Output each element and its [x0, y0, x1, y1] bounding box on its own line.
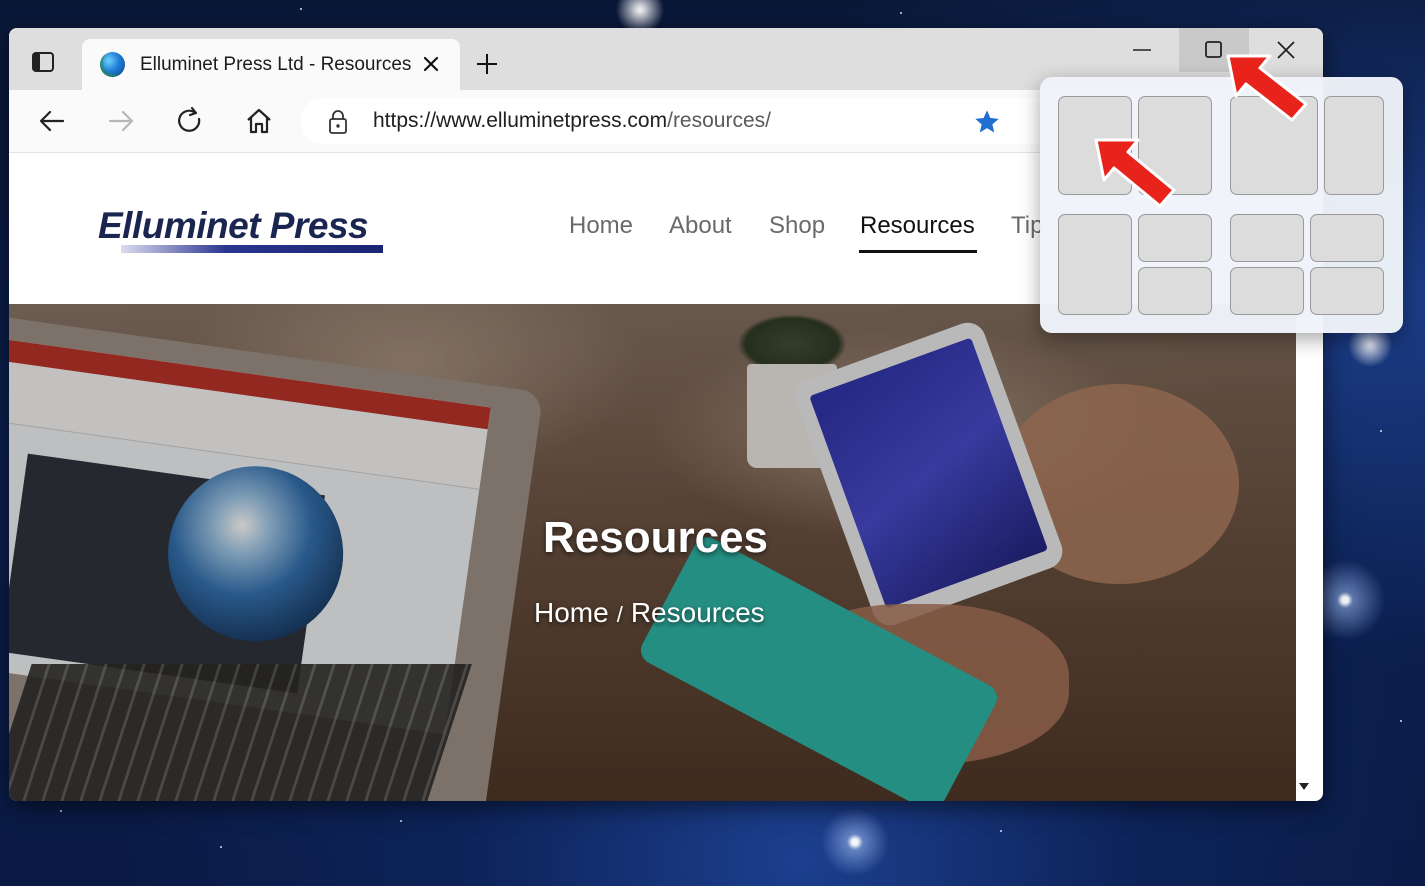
snap-zone-layout3-bottom-right[interactable] [1138, 267, 1212, 315]
url-text[interactable]: https://www.elluminetpress.com/resources… [373, 109, 771, 133]
maximize-icon [1205, 41, 1222, 58]
forward-arrow-icon[interactable] [106, 106, 136, 136]
tab-actions-icon[interactable] [31, 50, 55, 74]
star [300, 8, 302, 10]
breadcrumb-home[interactable]: Home [534, 597, 609, 628]
logo-underline [121, 245, 383, 253]
lock-icon[interactable] [327, 109, 349, 140]
star [60, 810, 62, 812]
home-icon[interactable] [244, 106, 274, 136]
new-tab-plus-icon[interactable] [475, 52, 497, 74]
scroll-down-arrow-icon[interactable] [1299, 783, 1309, 790]
nav-about[interactable]: About [669, 212, 732, 240]
nav-resources[interactable]: Resources [860, 212, 975, 240]
refresh-icon[interactable] [175, 106, 205, 136]
page-title: Resources [543, 513, 769, 562]
hero-banner: Resources Home / Resources [9, 304, 1296, 801]
close-tab-icon[interactable] [420, 53, 442, 75]
tab-title: Elluminet Press Ltd - Resources [140, 54, 412, 75]
globe-favicon-icon [100, 52, 125, 77]
snap-zone-layout3-left[interactable] [1058, 214, 1132, 315]
snap-zone-layout3-top-right[interactable] [1138, 214, 1212, 262]
snap-zone-layout4-top-right[interactable] [1310, 214, 1384, 262]
minimize-button[interactable] [1107, 28, 1177, 72]
star [900, 12, 902, 14]
nav-tips[interactable]: Tip [1011, 212, 1043, 240]
url-path: /resources/ [667, 109, 771, 132]
browser-tab-active[interactable]: Elluminet Press Ltd - Resources [82, 39, 460, 90]
favorite-star-icon[interactable] [973, 108, 1001, 141]
breadcrumb-current: Resources [630, 597, 765, 628]
url-domain: https://www.elluminetpress.com [373, 109, 668, 132]
snap-zone-layout4-bottom-left[interactable] [1230, 267, 1304, 315]
star [220, 846, 222, 848]
breadcrumb-separator: / [616, 602, 623, 627]
star [1400, 720, 1402, 722]
site-logo[interactable]: Elluminet Press [98, 205, 369, 247]
snap-zone-layout4-bottom-right[interactable] [1310, 267, 1384, 315]
back-arrow-icon[interactable] [37, 106, 67, 136]
callout-arrow-icon [1094, 138, 1176, 208]
snap-zone-layout2-right[interactable] [1324, 96, 1384, 195]
star [1380, 430, 1382, 432]
snap-zone-layout4-top-left[interactable] [1230, 214, 1304, 262]
minimize-icon [1133, 49, 1151, 51]
star [400, 820, 402, 822]
nav-active-indicator [859, 250, 977, 253]
nav-shop[interactable]: Shop [769, 212, 825, 240]
callout-arrow-icon [1226, 54, 1308, 122]
star [1000, 830, 1002, 832]
breadcrumb: Home / Resources [534, 597, 765, 629]
nav-home[interactable]: Home [569, 212, 633, 240]
